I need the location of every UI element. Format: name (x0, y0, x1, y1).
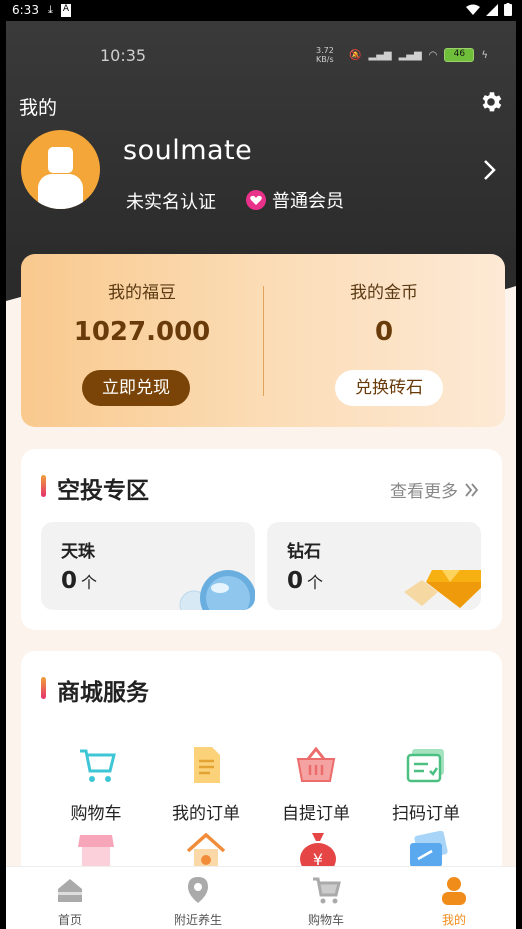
system-status-bar: 6:33 ⤓ A (0, 0, 522, 21)
mall-section: 商城服务 购物车 我的订单 自提订单 扫码订单 ¥ (21, 651, 502, 881)
airdrop-title: 空投专区 (57, 478, 149, 504)
gold-value: 0 (374, 317, 394, 347)
gold-column: 我的金币 0 兑换砖石 (263, 254, 505, 427)
avatar[interactable] (21, 130, 100, 209)
diamond-count: 0个 (287, 568, 323, 594)
system-time: 6:33 (12, 3, 39, 17)
view-more-link[interactable]: 查看更多 (390, 477, 480, 502)
location-pin-icon (188, 877, 208, 903)
wallet-card: 我的福豆 1027.000 立即兑现 我的金币 0 兑换砖石 (21, 254, 505, 427)
home-icon (58, 879, 82, 902)
cart-icon (313, 877, 341, 904)
service-label: 我的订单 (172, 804, 240, 824)
tianzhu-unit: 个 (81, 573, 98, 592)
airdrop-section: 空投专区 查看更多 天珠 0个 钻石 0个 (21, 449, 502, 630)
tab-label: 附近养生 (173, 913, 222, 927)
tianzhu-name: 天珠 (61, 542, 95, 562)
service-label: 自提订单 (282, 804, 350, 824)
document-icon (194, 747, 220, 783)
diamond-tile[interactable]: 钻石 0个 (267, 522, 481, 610)
wifi-icon (466, 4, 480, 15)
fudou-value: 1027.000 (73, 317, 211, 347)
service-my-orders[interactable]: 我的订单 (146, 743, 266, 824)
heart-icon (246, 190, 266, 210)
page-title: 我的 (19, 97, 58, 119)
bottom-tab-bar: 首页 附近养生 购物车 我的 (6, 866, 516, 929)
charging-icon: ϟ (481, 49, 488, 61)
view-more-label: 查看更多 (390, 482, 458, 502)
bead-icon (179, 570, 255, 610)
service-pickup-orders[interactable]: 自提订单 (256, 743, 376, 824)
diamond-unit: 个 (307, 573, 324, 592)
service-cart[interactable]: 购物车 (36, 743, 156, 824)
tianzhu-value: 0 (61, 568, 78, 594)
signal-icon: ▂▄▆ (368, 49, 392, 61)
signal-icon-2: ▂▄▆ (398, 49, 422, 61)
battery-indicator: 46 (444, 48, 475, 62)
gear-icon[interactable] (478, 89, 504, 115)
double-chevron-right-icon (465, 482, 479, 497)
service-label: 购物车 (70, 804, 122, 824)
tab-label: 首页 (57, 913, 82, 927)
shop-icon[interactable] (74, 831, 118, 871)
verify-status[interactable]: 未实名认证 (126, 188, 216, 214)
scan-list-icon (406, 749, 444, 783)
a-icon: A (60, 4, 72, 17)
shopping-cart-icon (80, 749, 116, 782)
user-icon (442, 877, 466, 905)
section-accent-bar (41, 677, 46, 699)
mall-title: 商城服务 (57, 680, 149, 706)
redeem-button[interactable]: 立即兑现 (82, 370, 190, 406)
inner-status-time: 10:35 (100, 46, 147, 65)
signal-icon (486, 3, 498, 16)
member-level: 普通会员 (272, 191, 344, 212)
money-bag-icon[interactable]: ¥ (296, 829, 340, 871)
tab-nearby[interactable]: 附近养生 (134, 867, 262, 929)
app-screen: 10:35 3.72 KB/s 🔕 ▂▄▆ ▂▄▆ ◠ 46 ϟ 我的 soul… (6, 21, 516, 929)
exchange-diamond-button[interactable]: 兑换砖石 (335, 370, 443, 406)
network-speed: 3.72 KB/s (316, 46, 334, 64)
member-badge[interactable]: 普通会员 (246, 187, 344, 213)
service-scan-orders[interactable]: 扫码订单 (366, 743, 486, 824)
wifi-icon: ◠ (428, 49, 438, 61)
tianzhu-count: 0个 (61, 568, 97, 594)
home-location-icon[interactable] (184, 829, 228, 871)
mute-icon: 🔕 (349, 49, 362, 61)
username: soulmate (123, 135, 253, 166)
gold-label: 我的金币 (350, 283, 418, 303)
battery-icon (504, 3, 512, 16)
card-icon[interactable] (406, 831, 450, 871)
download-icon: ⤓ (48, 3, 53, 16)
tianzhu-tile[interactable]: 天珠 0个 (41, 522, 255, 610)
tab-label: 购物车 (307, 913, 344, 927)
section-accent-bar (41, 475, 46, 497)
tab-cart[interactable]: 购物车 (262, 867, 390, 929)
inner-status-bar: 10:35 3.72 KB/s 🔕 ▂▄▆ ▂▄▆ ◠ 46 ϟ (6, 46, 516, 68)
chevron-right-icon[interactable] (482, 159, 498, 181)
tab-label: 我的 (441, 913, 466, 927)
service-label: 扫码订单 (392, 804, 460, 824)
fudou-column: 我的福豆 1027.000 立即兑现 (21, 254, 263, 427)
tab-me[interactable]: 我的 (390, 867, 516, 929)
diamond-value: 0 (287, 568, 304, 594)
diamond-name: 钻石 (287, 542, 321, 562)
fudou-label: 我的福豆 (108, 283, 176, 303)
tab-home[interactable]: 首页 (6, 867, 134, 929)
diamond-icon (404, 570, 481, 608)
basket-icon (296, 746, 336, 782)
